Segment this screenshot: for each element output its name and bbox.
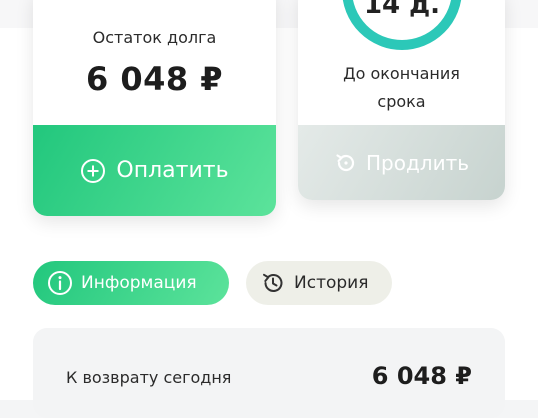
info-icon bbox=[48, 271, 72, 295]
debt-card: Остаток долга 6 048 ₽ Оплатить bbox=[33, 0, 276, 216]
debt-label: Остаток долга bbox=[92, 28, 217, 47]
ring-value: 14 д. bbox=[363, 0, 441, 20]
tab-info[interactable]: Информация bbox=[33, 261, 229, 305]
term-label-line2: срока bbox=[377, 92, 426, 111]
tab-history[interactable]: История bbox=[246, 261, 392, 305]
term-label: До окончания срока bbox=[298, 60, 505, 116]
term-label-line1: До окончания bbox=[343, 64, 460, 83]
term-card: 14 д. До окончания срока Продлить bbox=[298, 0, 505, 200]
term-progress-ring: 14 д. bbox=[340, 0, 464, 52]
debt-amount: 6 048 ₽ bbox=[85, 60, 224, 98]
info-panel: К возврату сегодня 6 048 ₽ bbox=[33, 328, 505, 418]
return-today-value: 6 048 ₽ bbox=[371, 362, 472, 390]
extend-button[interactable]: Продлить bbox=[298, 125, 505, 200]
return-today-label: К возврату сегодня bbox=[66, 368, 232, 387]
pay-button-label: Оплатить bbox=[116, 158, 229, 183]
extend-button-label: Продлить bbox=[365, 150, 470, 175]
tab-info-label: Информация bbox=[81, 273, 197, 293]
pay-button[interactable]: Оплатить bbox=[33, 125, 276, 216]
history-arrow-icon bbox=[336, 153, 355, 171]
plus-circle-icon bbox=[81, 158, 106, 183]
tab-history-label: История bbox=[294, 273, 369, 293]
history-icon bbox=[263, 273, 283, 292]
